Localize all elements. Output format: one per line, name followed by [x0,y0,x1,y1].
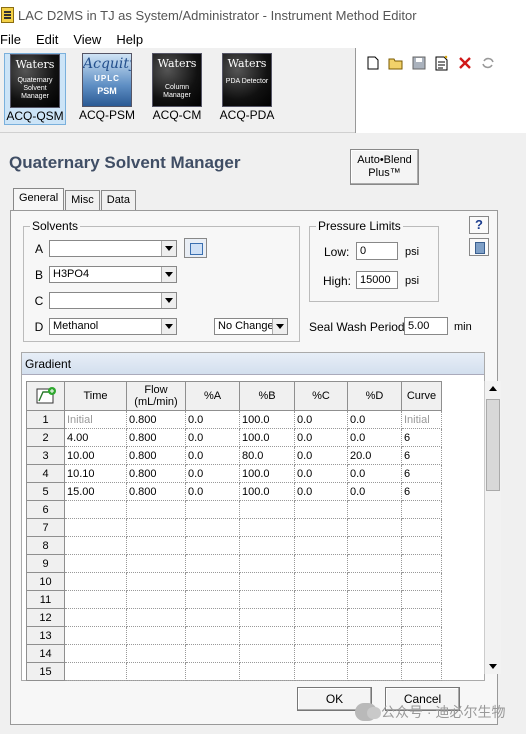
solvent-letter: A [34,241,43,256]
watermark-text: 公众号 · 迪必尔生物 [381,704,506,720]
psm-module-icon: Acquity UPLC PSM [82,53,132,107]
table-row[interactable]: 3 10.00 0.800 0.0 80.0 0.0 20.0 6 [26,446,442,465]
open-folder-icon[interactable] [388,55,404,71]
table-row[interactable]: 2 4.00 0.800 0.0 100.0 0.0 0.0 6 [26,428,442,447]
solvent-b-combo[interactable]: H3PO4 [49,266,177,283]
autoblend-plus-button[interactable]: Auto•Blend Plus™ [350,149,419,185]
solvents-legend: Solvents [30,219,81,233]
table-row[interactable]: 9 [26,554,442,573]
solvent-d-change-combo[interactable]: No Change [214,318,288,335]
solvent-row-d: D Methanol [29,318,177,335]
help-button[interactable]: ? [469,216,489,234]
col-c: %C [294,381,348,411]
chevron-down-icon[interactable] [161,241,176,256]
seal-wash-label: Seal Wash Period: [309,320,408,334]
menu-edit[interactable]: Edit [36,32,58,47]
col-a: %A [185,381,240,411]
table-row[interactable]: 7 [26,518,442,537]
properties-icon[interactable] [434,55,450,71]
cm-module-icon: Waters Column Manager [152,53,202,107]
table-row[interactable]: 12 [26,608,442,627]
tab-misc[interactable]: Misc [65,190,100,210]
chevron-down-icon[interactable] [161,267,176,282]
scroll-up-icon[interactable] [485,381,501,397]
seal-wash-input[interactable]: 5.00 [404,317,448,335]
solvent-c-combo[interactable] [49,292,177,309]
col-time: Time [64,381,127,411]
module-acq-cm[interactable]: Waters Column Manager ACQ-CM [146,53,208,125]
solvent-letter: C [34,293,44,308]
high-unit: psi [405,275,420,287]
table-row[interactable]: 5 15.00 0.800 0.0 100.0 0.0 0.0 6 [26,482,442,501]
tab-strip: General Misc Data [13,188,137,210]
solvent-row-b: B H3PO4 [29,266,177,283]
page-title: Quaternary Solvent Manager [9,153,241,172]
menu-view[interactable]: View [73,32,101,47]
col-curve: Curve [401,381,442,411]
table-row[interactable]: 13 [26,626,442,645]
title-bar: LAC D2MS in TJ as System/Administrator -… [0,0,526,30]
table-row[interactable]: 1 Initial 0.800 0.0 100.0 0.0 0.0 Initia… [26,410,442,429]
watermark: 公众号 · 迪必尔生物 [355,702,505,722]
high-pressure-input[interactable]: 15000 [356,271,398,289]
table-row[interactable]: 8 [26,536,442,555]
col-d: %D [347,381,402,411]
solvents-group: Solvents A B H3PO4 C D Methanol No Chang… [23,219,300,342]
seal-wash-unit: min [454,321,472,333]
new-file-icon[interactable] [365,55,381,71]
tab-general[interactable]: General [13,188,65,210]
menu-file[interactable]: File [0,32,21,47]
solvent-library-icon[interactable] [184,238,207,258]
col-flow: Flow (mL/min) [126,381,186,411]
solvent-letter: D [34,319,44,334]
menu-help[interactable]: Help [116,32,143,47]
pressure-legend: Pressure Limits [316,219,403,233]
scroll-down-icon[interactable] [485,658,501,674]
high-label: High: [323,274,352,288]
table-row[interactable]: 10 [26,572,442,591]
solvent-row-a: A [29,240,177,257]
low-unit: psi [405,246,420,258]
chevron-down-icon[interactable] [161,319,176,334]
low-label: Low: [324,245,350,259]
save-icon[interactable] [411,55,427,71]
refresh-icon[interactable] [480,55,496,71]
scroll-thumb[interactable] [486,399,500,491]
menu-bar: File Edit View Help [0,30,526,48]
table-row[interactable]: 11 [26,590,442,609]
solvent-a-combo[interactable] [49,240,177,257]
module-acq-pda[interactable]: Waters PDA Detector ACQ-PDA [216,53,278,125]
gradient-header: Gradient [22,353,484,375]
low-pressure-input[interactable]: 0 [356,242,398,260]
solvent-d-combo[interactable]: Methanol [49,318,177,335]
gradient-panel: Gradient Time Flow (mL/min) %A %B %C %D … [21,352,501,681]
add-row-icon[interactable] [26,381,65,411]
module-acq-qsm[interactable]: Waters Quaternary Solvent Manager ACQ-QS… [4,53,66,125]
table-scrollbar[interactable] [484,381,501,674]
solvent-row-c: C [29,292,177,309]
tab-data[interactable]: Data [100,190,136,210]
qsm-module-icon: Waters Quaternary Solvent Manager [10,54,60,108]
table-row[interactable]: 14 [26,644,442,663]
table-row[interactable]: 15 [26,662,442,681]
pressure-limits-group: Pressure Limits Low: 0 psi High: 15000 p… [309,219,439,302]
gradient-table[interactable]: Time Flow (mL/min) %A %B %C %D Curve 1 I… [26,381,442,681]
delete-icon[interactable] [457,55,473,71]
file-toolbar [355,48,526,133]
chevron-down-icon[interactable] [161,293,176,308]
solvent-letter: B [34,267,43,282]
chevron-down-icon[interactable] [272,319,287,334]
calculator-icon[interactable] [469,238,489,256]
module-acq-psm[interactable]: Acquity UPLC PSM ACQ-PSM [76,53,138,125]
window-title: LAC D2MS in TJ as System/Administrator -… [18,7,417,23]
table-header-row: Time Flow (mL/min) %A %B %C %D Curve [26,381,442,411]
table-row[interactable]: 6 [26,500,442,519]
app-icon [1,7,14,23]
pda-module-icon: Waters PDA Detector [222,53,272,107]
col-b: %B [239,381,295,411]
wechat-logo-icon [355,703,381,721]
table-row[interactable]: 4 10.10 0.800 0.0 100.0 0.0 0.0 6 [26,464,442,483]
